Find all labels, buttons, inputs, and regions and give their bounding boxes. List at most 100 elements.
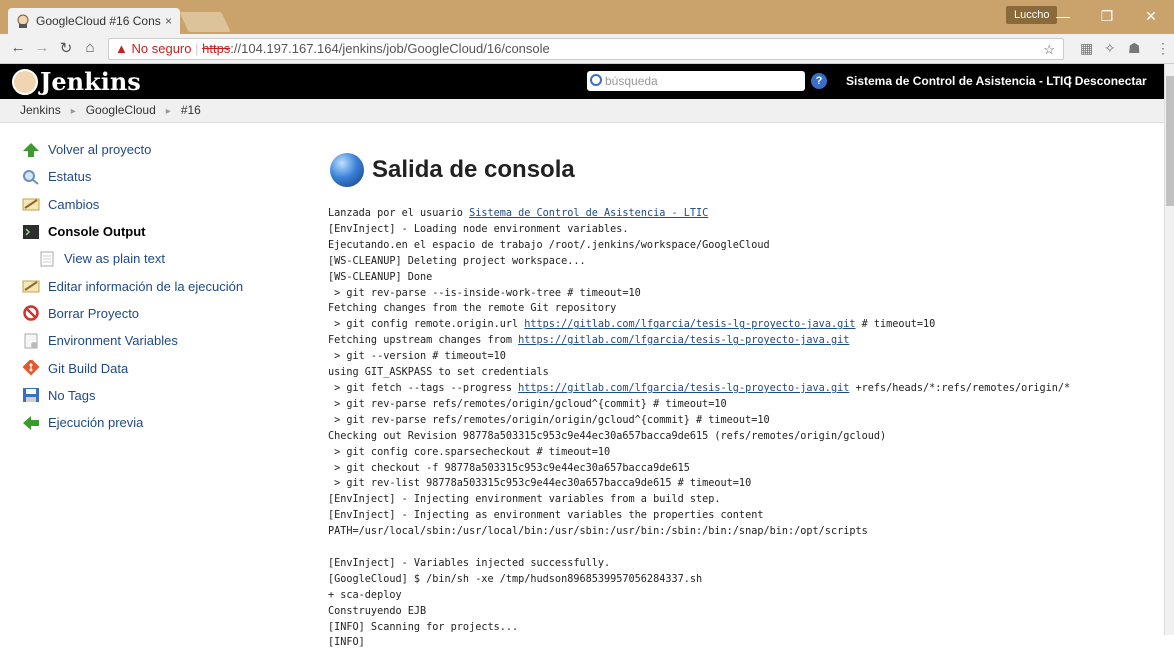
console-line: [WS-CLEANUP] Deleting project workspace.… [328, 255, 586, 267]
main-content: Salida de consola [330, 152, 1160, 188]
sidebar-item-no-tags[interactable]: No Tags [22, 382, 302, 409]
console-line: > git rev-parse refs/remotes/origin/gclo… [328, 398, 727, 410]
warning-icon: ▲ [115, 41, 128, 56]
tab-title: GoogleCloud #16 Consol [36, 14, 161, 28]
no-entry-icon [23, 305, 39, 322]
terminal-icon [23, 224, 39, 239]
url-protocol: https [202, 41, 231, 56]
back-arrow-icon[interactable]: ← [8, 39, 28, 56]
breadcrumb-job[interactable]: GoogleCloud [86, 103, 156, 117]
help-icon[interactable]: ? [811, 73, 827, 89]
browser-tab[interactable]: GoogleCloud #16 Consol × [8, 8, 180, 34]
sidebar-item-delete-project[interactable]: Borrar Proyecto [22, 300, 302, 327]
sidebar-item-git-build-data[interactable]: Git Build Data [22, 354, 302, 381]
sidebar-item-plain-text[interactable]: View as plain text [22, 245, 302, 272]
extension-icon[interactable]: ✧ [1104, 40, 1116, 57]
close-window-button[interactable]: ✕ [1136, 6, 1166, 26]
new-tab-button[interactable] [179, 12, 231, 32]
console-line: > git fetch --tags --progress [328, 382, 519, 394]
jenkins-header: Jenkins búsqueda ? Sistema de Control de… [0, 64, 1164, 99]
repo-url-link[interactable]: https://gitlab.com/lfgarcia/tesis-lg-pro… [524, 319, 855, 330]
up-arrow-icon [23, 142, 39, 157]
console-line: > git checkout -f 98778a503315c953c9e44e… [328, 462, 690, 474]
console-globe-icon [330, 153, 364, 187]
sidebar-item-console-output[interactable]: Console Output [22, 218, 302, 245]
repo-url-link[interactable]: https://gitlab.com/lfgarcia/tesis-lg-pro… [518, 335, 849, 346]
bookmark-star-icon[interactable]: ☆ [1043, 40, 1055, 60]
url-input[interactable]: ▲ No seguro | https://104.197.167.164/je… [108, 38, 1064, 60]
console-line: [EnvInject] - Loading node environment v… [328, 223, 629, 235]
console-line: using GIT_ASKPASS to set credentials [328, 367, 549, 379]
page-header: Salida de consola [330, 152, 1160, 188]
reload-icon[interactable]: ↻ [56, 39, 76, 57]
console-line: Lanzada por el usuario [328, 208, 470, 219]
sidebar-item-previous-build[interactable]: Ejecución previa [22, 409, 302, 436]
console-line: > git config remote.origin.url [328, 319, 525, 331]
scrollbar-thumb[interactable] [1166, 76, 1174, 206]
chevron-right-icon: ▸ [165, 106, 171, 117]
notepad-icon [22, 280, 40, 293]
jenkins-logo[interactable]: Jenkins [12, 67, 141, 96]
console-line: [EnvInject] - Injecting environment vari… [328, 494, 721, 506]
save-icon [23, 388, 39, 403]
url-rest: ://104.197.167.164/jenkins/job/GoogleClo… [230, 41, 550, 56]
document-icon [40, 251, 54, 267]
console-line: Ejecutando.en el espacio de trabajo /roo… [328, 239, 770, 251]
search-icon [590, 74, 602, 86]
chevron-right-icon: ▸ [70, 106, 76, 117]
breadcrumb-jenkins[interactable]: Jenkins [20, 103, 61, 117]
extension-icon[interactable]: ▦ [1080, 40, 1093, 57]
maximize-button[interactable]: ❐ [1092, 6, 1122, 26]
breadcrumb: Jenkins ▸ GoogleCloud ▸ #16 [0, 99, 1164, 123]
console-line: > git --version # timeout=10 [328, 351, 506, 363]
sidebar: Volver al proyecto Estatus Cambios Conso… [22, 136, 302, 436]
breadcrumb-build[interactable]: #16 [181, 103, 201, 117]
repo-url-link[interactable]: https://gitlab.com/lfgarcia/tesis-lg-pro… [518, 383, 849, 394]
git-icon [22, 360, 40, 376]
console-line: Construyendo EJB [328, 605, 427, 617]
notepad-icon [22, 198, 40, 211]
sidebar-item-edit-build-info[interactable]: Editar información de la ejecución [22, 272, 302, 299]
magnifier-icon [23, 169, 39, 185]
console-line: [INFO] Scanning for projects... [328, 621, 519, 633]
console-line: > git config core.sparsecheckout # timeo… [328, 446, 611, 458]
console-line: [EnvInject] - Variables injected success… [328, 557, 611, 569]
jenkins-butler-icon [12, 68, 38, 95]
page-title: Salida de consola [372, 156, 575, 183]
home-icon[interactable]: ⌂ [80, 39, 100, 56]
console-line: [INFO] [328, 637, 365, 649]
tab-close-icon[interactable]: × [165, 14, 172, 28]
console-line: > git rev-list 98778a503315c953c9e44ec30… [328, 478, 752, 490]
console-line: > git rev-parse --is-inside-work-tree # … [328, 287, 641, 299]
console-line: > git rev-parse refs/remotes/origin/orig… [328, 414, 770, 426]
console-line: Checking out Revision 98778a503315c953c9… [328, 430, 887, 442]
document-icon [24, 333, 38, 349]
console-line: PATH=/usr/local/sbin:/usr/local/bin:/usr… [328, 526, 868, 538]
console-line: Fetching changes from the remote Git rep… [328, 303, 617, 315]
vertical-scrollbar[interactable] [1164, 64, 1174, 635]
minimize-button[interactable]: — [1048, 6, 1078, 26]
sidebar-item-environment-variables[interactable]: Environment Variables [22, 327, 302, 354]
menu-icon[interactable]: ⋮ [1156, 40, 1170, 57]
console-line: [EnvInject] - Injecting as environment v… [328, 510, 764, 522]
search-input[interactable]: búsqueda [587, 71, 805, 91]
current-user-link[interactable]: Sistema de Control de Asistencia - LTIC [846, 74, 1072, 88]
left-arrow-icon [23, 415, 39, 430]
console-line: Fetching upstream changes from [328, 335, 519, 347]
extension-icon[interactable]: ☗ [1128, 40, 1141, 57]
search-placeholder: búsqueda [605, 74, 658, 88]
console-line: [GoogleCloud] $ /bin/sh -xe /tmp/hudson8… [328, 573, 703, 585]
sidebar-item-changes[interactable]: Cambios [22, 191, 302, 218]
sidebar-item-back-to-project[interactable]: Volver al proyecto [22, 136, 302, 163]
browser-titlebar: GoogleCloud #16 Consol × Luccho — ❐ ✕ [0, 0, 1174, 34]
logout-link[interactable]: | Desconectar [1068, 74, 1147, 88]
console-line: + sca-deploy [328, 589, 402, 601]
console-output: Lanzada por el usuario Sistema de Contro… [328, 208, 1071, 649]
address-bar-row: ← → ↻ ⌂ ▲ No seguro | https://104.197.16… [0, 34, 1174, 64]
not-secure-label: No seguro [131, 41, 192, 56]
jenkins-favicon-icon [17, 14, 29, 28]
console-line: [WS-CLEANUP] Done [328, 271, 433, 283]
forward-arrow-icon[interactable]: → [32, 39, 52, 56]
started-by-user-link[interactable]: Sistema de Control de Asistencia - LTIC [469, 208, 708, 219]
sidebar-item-status[interactable]: Estatus [22, 163, 302, 190]
